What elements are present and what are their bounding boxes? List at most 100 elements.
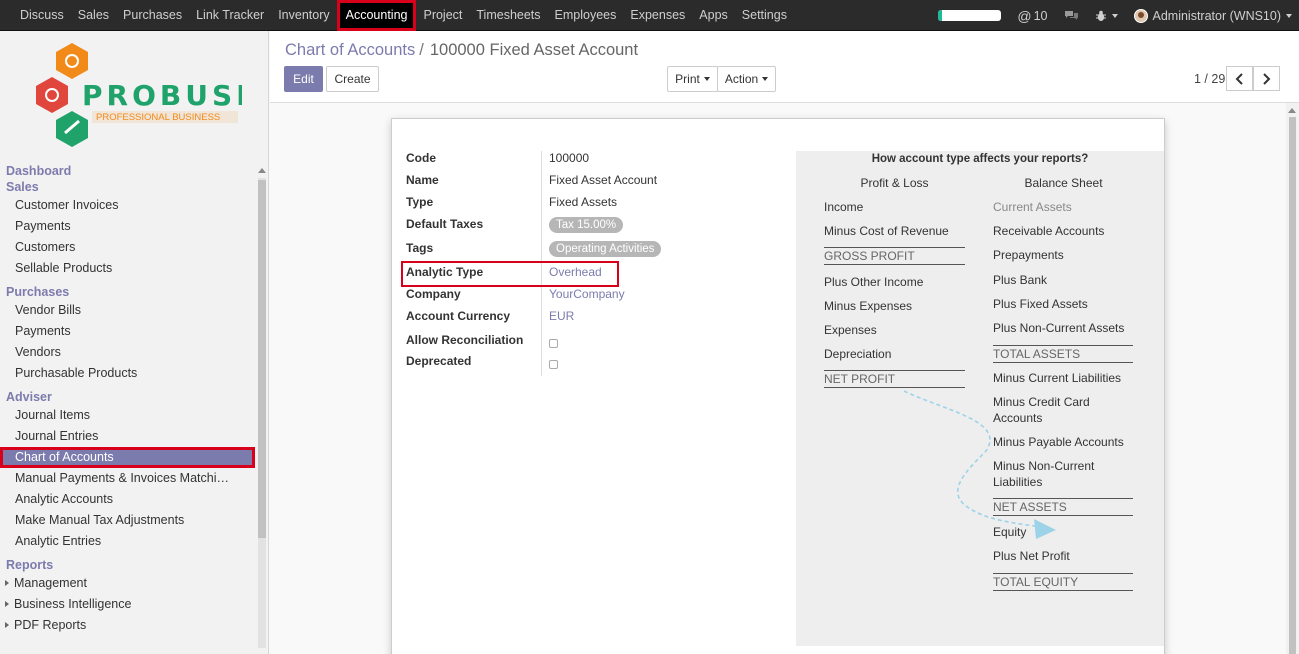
topmenu-accounting[interactable]: Accounting [336,0,417,31]
sidebar-scrollbar[interactable] [256,168,267,654]
pager-previous-button[interactable] [1226,66,1253,91]
topmenu-settings[interactable]: Settings [735,0,794,31]
scroll-thumb[interactable] [1289,117,1296,654]
topmenu-project[interactable]: Project [416,0,469,31]
control-panel: Chart of Accounts/ 100000 Fixed Asset Acc… [270,31,1299,103]
sidebar-item-customers[interactable]: Customers [0,237,255,258]
sidebar-item-analytic-accounts[interactable]: Analytic Accounts [0,489,255,510]
sidebar-item-vendors[interactable]: Vendors [0,342,255,363]
field-allow-reconciliation: Allow Reconciliation [406,333,646,355]
balance-sheet-header: Balance Sheet [1024,176,1103,190]
topmenu-link-tracker[interactable]: Link Tracker [189,0,271,31]
chevron-left-icon [1235,73,1243,85]
tag-badge: Tax 15.00% [549,217,624,233]
sidebar-item-customer-invoices[interactable]: Customer Invoices [0,195,255,216]
sidebar-item-analytic-entries[interactable]: Analytic Entries [0,531,255,552]
bs-row-total-equity: TOTAL EQUITY [993,573,1133,591]
field-value[interactable]: YourCompany [549,287,625,301]
edit-button[interactable]: Edit [284,66,323,92]
content-scrollbar[interactable] [1286,103,1299,654]
activity-menu[interactable]: @ 10 [1017,8,1047,24]
sidebar-section-dashboard[interactable]: Dashboard [0,163,255,179]
field-type: Type Fixed Assets [406,195,646,217]
action-dropdown[interactable]: Action [717,66,776,92]
bs-row-minus-payable-accounts: Minus Payable Accounts [993,435,1124,449]
user-menu[interactable]: Administrator (WNS10) [1133,8,1292,23]
topmenu-discuss[interactable]: Discuss [13,0,71,31]
field-code: Code 100000 [406,151,646,173]
sidebar-item-purchasable-products[interactable]: Purchasable Products [0,363,255,384]
debug-menu[interactable] [1095,10,1118,22]
pl-row-minus-cost-of-revenue: Minus Cost of Revenue [824,224,949,238]
sidebar-item-make-manual-tax-adjustments[interactable]: Make Manual Tax Adjustments [0,510,255,531]
sidebar-item-payments[interactable]: Payments [0,321,255,342]
pager-next-button[interactable] [1253,66,1280,91]
pl-row-income: Income [824,200,864,214]
analytic-type-highlight [401,261,619,287]
field-value[interactable]: EUR [549,309,574,323]
checkbox[interactable] [549,360,558,369]
topmenu-timesheets[interactable]: Timesheets [469,0,547,31]
probuse-logo: PROBUSE PROFESSIONAL BUSINESS [36,43,242,147]
topmenu-purchases[interactable]: Purchases [116,0,189,31]
print-label: Print [675,72,700,86]
topmenu-apps[interactable]: Apps [692,0,735,31]
field-label: Account Currency [406,309,511,323]
form-sheet: Code 100000 Name Fixed Asset Account Type Fix… [391,118,1165,654]
bs-row-total-assets: TOTAL ASSETS [993,345,1133,363]
sidebar-item-journal-entries[interactable]: Journal Entries [0,426,255,447]
field-value: 100000 [549,151,590,165]
field-account-currency: Account Currency EUR [406,309,646,331]
systray: @ 10 Administrator (WNS10) [938,0,1299,31]
scroll-thumb[interactable] [258,180,266,538]
activity-count: 10 [1033,8,1048,23]
field-label: Code [406,151,436,165]
bs-row-net-assets: NET ASSETS [993,498,1133,516]
app-menu: Discuss Sales Purchases Link Tracker Invento… [13,0,794,31]
messaging-menu[interactable] [1064,10,1079,22]
field-label: Type [406,195,434,209]
scroll-up-arrow-icon[interactable] [258,168,266,173]
sidebar-menu: Dashboard Sales Customer Invoices Payments C… [0,163,255,636]
sidebar-item-journal-items[interactable]: Journal Items [0,405,255,426]
sidebar-item-business-intelligence[interactable]: Business Intelligence [0,594,255,615]
svg-text:PROBUSE: PROBUSE [82,79,242,112]
pl-row-minus-expenses: Minus Expenses [824,299,913,313]
sidebar-item-pdf-reports[interactable]: PDF Reports [0,615,255,636]
topmenu-expenses[interactable]: Expenses [623,0,692,31]
sidebar-item-management[interactable]: Management [0,573,255,594]
bs-row-minus-credit-card-accounts: Minus Credit Card Accounts [993,395,1090,425]
chevron-down-icon [1286,13,1292,18]
pl-row-gross-profit: GROSS PROFIT [824,247,965,265]
pl-row-expenses: Expenses [824,323,877,337]
sidebar-section-reports: Reports [6,558,54,572]
sidebar-item-manual-payments-and-invoices-matchi[interactable]: Manual Payments & Invoices Matchi… [0,468,255,489]
print-dropdown[interactable]: Print [667,66,718,92]
field-company: Company YourCompany [406,287,646,309]
breadcrumb-current: 100000 Fixed Asset Account [429,41,639,59]
create-button[interactable]: Create [326,66,379,92]
field-value: Fixed Asset Account [549,173,658,187]
checkbox[interactable] [549,339,558,348]
field-label: Company [406,287,461,301]
chevron-down-icon [703,77,710,81]
pl-row-plus-other-income: Plus Other Income [824,275,924,289]
sidebar-section-purchases: Purchases [6,285,70,299]
topmenu-employees[interactable]: Employees [548,0,624,31]
sidebar-item-payments[interactable]: Payments [0,216,255,237]
breadcrumb-parent[interactable]: Chart of Accounts [285,41,415,59]
bs-row-minus-non-current-liabilities: Minus Non-Current Liabilities [993,459,1095,489]
field-default-taxes: Default Taxes Tax 15.00% [406,217,646,239]
breadcrumb-separator: / [419,41,424,59]
sidebar-item-sellable-products[interactable]: Sellable Products [0,258,255,279]
topmenu-inventory[interactable]: Inventory [271,0,336,31]
progress-bar[interactable] [938,10,1002,21]
sidebar-item-vendor-bills[interactable]: Vendor Bills [0,300,255,321]
topmenu-sales[interactable]: Sales [71,0,116,31]
sidebar-item-chart-of-accounts[interactable]: Chart of Accounts [0,447,255,468]
sidebar-section-sales: Sales [6,180,39,194]
field-value: Fixed Assets [549,195,618,209]
scroll-up-arrow-icon[interactable] [1288,108,1296,113]
pager-value[interactable]: 1 / 29 [1194,72,1225,86]
pl-row-net-profit: NET PROFIT [824,370,965,388]
